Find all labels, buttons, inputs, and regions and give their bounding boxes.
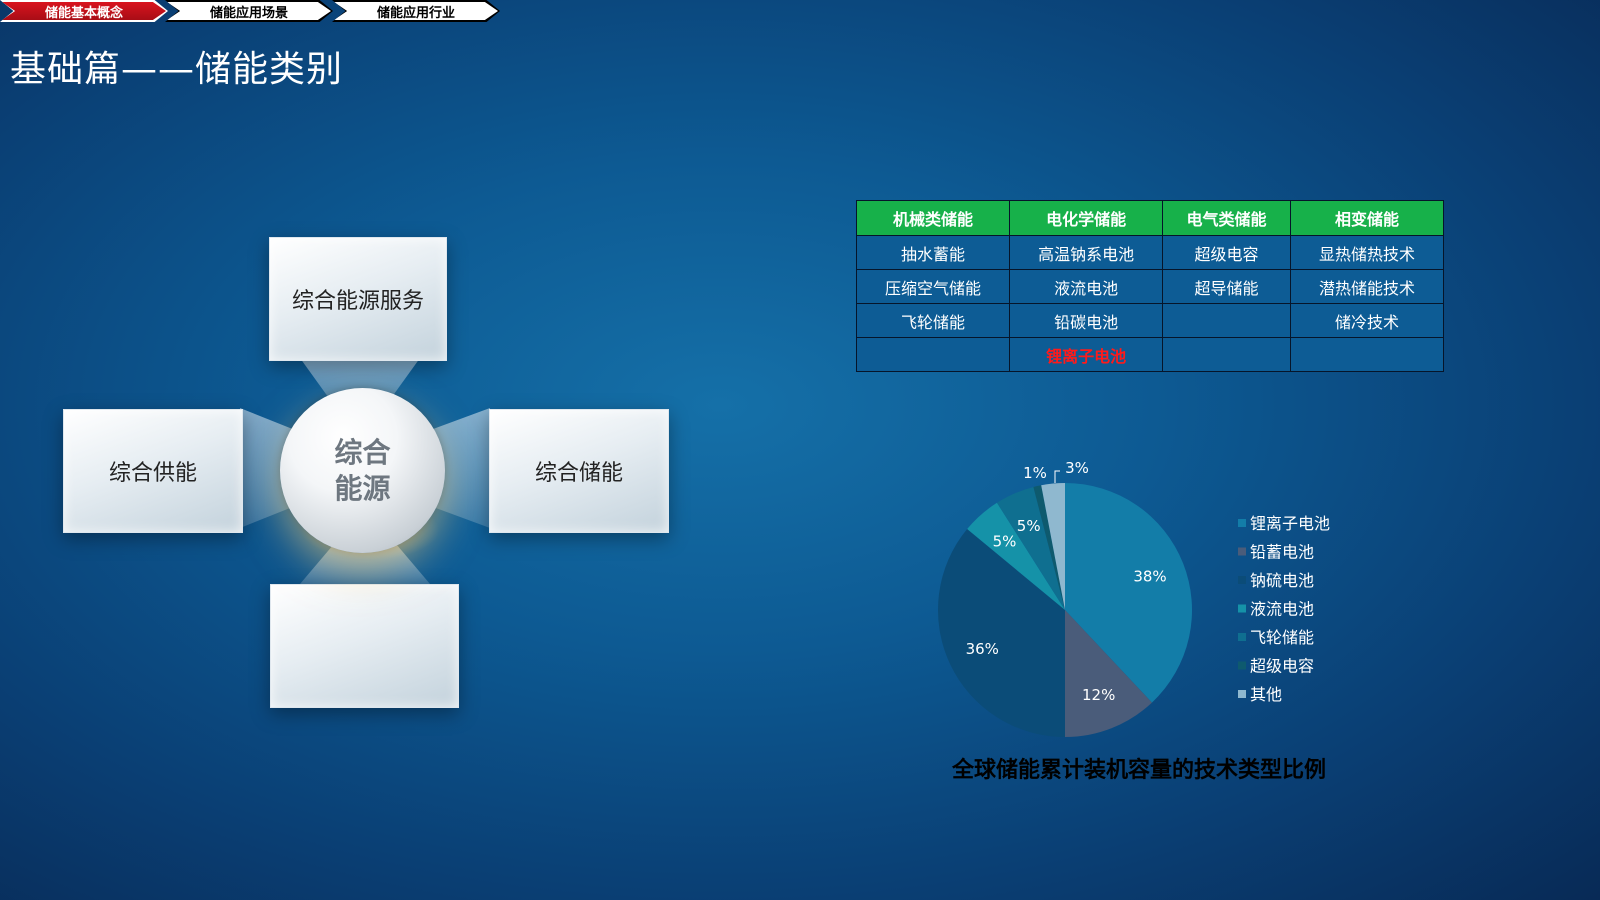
table-row: 抽水蓄能 高温钠系电池 超级电容 显热储热技术 [855,235,1445,270]
pie-chart: 38% 12% 36% 5%5% 1% 3% 锂离子电池铅蓄电池钠硫电池液流电池飞轮储能超级… [938,459,1330,737]
table-cell [855,337,1011,372]
table-cell-highlight: 锂离子电池 [1009,337,1164,372]
table-header: 电气类储能 [1162,200,1291,236]
box-integrated-supply: 综合供能 [63,409,243,533]
table-cell: 潜热储能技术 [1289,269,1445,304]
legend-swatch-flow [1238,604,1246,613]
legend-label-other: 其他 [1250,685,1282,704]
sphere-label-line1: 综合 [334,435,391,469]
table-cell: 液流电池 [1009,269,1164,304]
table-row: 压缩空气储能 液流电池 超导储能 潜热储能技术 [855,269,1445,304]
legend-swatch-nas [1238,576,1246,584]
center-sphere: 综合 能源 [280,388,445,553]
table-cell: 显热储热技术 [1289,235,1445,270]
table-row: 飞轮储能 铅碳电池 储冷技术 [855,303,1445,338]
table-header: 相变储能 [1289,200,1445,236]
box-bottom [270,584,459,708]
legend-swatch-lead-acid [1238,547,1246,556]
table-cell [1162,337,1291,372]
pie-label-li-ion: 38% [1133,567,1166,585]
pie-label-other: 3% [1065,459,1089,477]
table-cell: 储冷技术 [1289,303,1445,338]
energy-diagram: 综合能源服务 综合供能 综合储能 综合 能源 [0,0,700,900]
table-cell: 压缩空气储能 [855,269,1011,304]
sphere-label-line2: 能源 [334,471,391,505]
legend-label-supercap: 超级电容 [1250,657,1314,676]
table-header: 电化学储能 [1009,200,1164,236]
pie-label-nas: 36% [966,640,999,658]
box-label: 综合储能 [534,461,623,486]
table-header-row: 机械类储能 电化学储能 电气类储能 相变储能 [855,200,1445,236]
table-cell [1162,303,1291,338]
legend-label-nas: 钠硫电池 [1250,571,1314,590]
pie-label-flywheel: 5% [1017,517,1041,535]
box-label: 综合能源服务 [291,289,424,314]
box-label: 综合供能 [108,461,197,486]
table-cell [1289,337,1445,372]
table-cell: 飞轮储能 [855,303,1011,338]
box-integrated-energy-service: 综合能源服务 [269,237,447,361]
storage-category-table: 机械类储能 电化学储能 电气类储能 相变储能 抽水蓄能 高温钠系电池 超级电容 … [855,200,1445,372]
legend-label-lead-acid: 铅蓄电池 [1250,543,1314,562]
legend-swatch-flywheel [1238,633,1246,641]
table-cell: 抽水蓄能 [855,235,1011,270]
pie-label-lead-acid: 12% [1082,686,1115,704]
pie-label-flow: 5% [993,532,1017,550]
pie-leader-line [1054,470,1060,483]
legend-swatch-supercap [1238,661,1246,670]
table-cell: 铅碳电池 [1009,303,1164,338]
box-integrated-storage: 综合储能 [489,409,669,533]
legend-label-flywheel: 飞轮储能 [1250,628,1314,647]
legend-swatch-li-ion [1238,519,1246,527]
table-cell: 高温钠系电池 [1009,235,1164,270]
chart-title: 全球储能累计装机容量的技术类型比例 [952,758,1327,783]
legend-label-li-ion: 锂离子电池 [1250,514,1330,533]
legend-swatch-other [1238,690,1246,698]
table-row: 锂离子电池 [855,337,1445,372]
pie-label-supercap: 1% [1023,464,1047,482]
legend-label-flow: 液流电池 [1250,600,1314,619]
table-cell: 超导储能 [1162,269,1291,304]
table-cell: 超级电容 [1162,235,1291,270]
table-header: 机械类储能 [855,200,1011,236]
